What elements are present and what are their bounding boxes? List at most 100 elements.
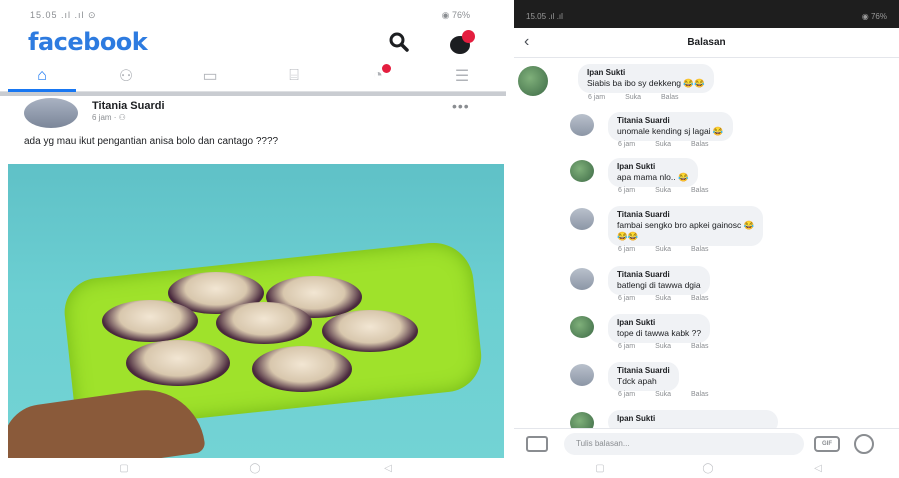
status-bar: 15.05 .ıl .ıl ⊙ ◉ 76% xyxy=(0,0,506,26)
post-meta: 6 jam · ⚇ xyxy=(92,113,126,122)
comment-time: 6 jam xyxy=(618,391,636,398)
comment-text: Tdck apah xyxy=(617,376,657,386)
camera-icon[interactable] xyxy=(526,436,548,452)
avatar[interactable] xyxy=(518,66,548,96)
page-title: Balasan xyxy=(687,37,726,48)
marketplace-icon: ⌸ xyxy=(289,67,299,84)
like-link[interactable]: Suka xyxy=(625,94,641,101)
recent-apps-icon[interactable]: ▢ xyxy=(592,463,608,475)
comment-actions: 6 jam Suka Balas xyxy=(618,246,727,253)
comment-text: fambai sengko bro apkei gainosc 😂 xyxy=(617,220,755,230)
replies-screen: 15.05 .ıl .ıl ◉ 76% ‹ Balasan Ipan Sukti… xyxy=(514,0,899,478)
avatar[interactable] xyxy=(570,208,594,230)
avatar[interactable] xyxy=(570,114,594,136)
comment-author[interactable]: Titania Suardi xyxy=(617,366,670,376)
friends-icon: ⚇ xyxy=(118,68,134,85)
comment-text: unomale kending sj lagai 😂 xyxy=(617,126,724,136)
reply-link[interactable]: Balas xyxy=(661,94,679,101)
tab-notifications[interactable]: ◔ xyxy=(336,60,420,92)
comment-bubble: Ipan Sukti apa mama nlo.. 😂 xyxy=(608,158,698,187)
tab-watch[interactable]: ▭ xyxy=(168,60,252,92)
search-glyph xyxy=(389,32,409,52)
comment-text-line2: 😂😂 xyxy=(617,231,639,241)
comment-time: 6 jam xyxy=(618,187,636,194)
emoji-icon[interactable] xyxy=(854,434,874,454)
comment-actions: 6 jam Suka Balas xyxy=(588,94,697,101)
cake-item xyxy=(322,310,418,352)
comment-author[interactable]: Ipan Sukti xyxy=(617,162,689,172)
comment-text: Siabis ba ibo sy dekkeng 😂😂 xyxy=(587,78,705,88)
like-link[interactable]: Suka xyxy=(655,295,671,302)
status-time: 15.05 .ıl .ıl ⊙ xyxy=(30,10,97,20)
comment-actions: 6 jam Suka Balas xyxy=(618,141,727,148)
reply-composer: Tulis balasan... GIF xyxy=(514,428,899,458)
home-icon: ⌂ xyxy=(37,67,47,84)
comment-text: batlengi di tawwa dgia xyxy=(617,280,701,290)
avatar[interactable] xyxy=(570,160,594,182)
back-icon[interactable]: ◁ xyxy=(810,463,826,475)
comment-bubble: Ipan Sukti tope di tawwa kabk ?? xyxy=(608,314,711,343)
comment-actions: 6 jam Suka Balas xyxy=(618,187,727,194)
cake-item xyxy=(252,346,352,392)
facebook-logo: facebook xyxy=(28,28,148,56)
reply-link[interactable]: Balas xyxy=(691,343,709,350)
recent-apps-icon[interactable]: ▢ xyxy=(116,463,132,475)
cake-item xyxy=(102,300,198,342)
messenger-icon[interactable] xyxy=(448,30,476,56)
feed-divider xyxy=(0,92,506,96)
like-link[interactable]: Suka xyxy=(655,246,671,253)
home-button-icon[interactable]: ◯ xyxy=(247,463,263,475)
avatar[interactable] xyxy=(570,268,594,290)
reply-link[interactable]: Balas xyxy=(691,187,709,194)
comment-author[interactable]: Ipan Sukti xyxy=(617,318,701,328)
search-icon[interactable] xyxy=(386,31,412,55)
comment-bubble: Ipan Sukti Siabis ba ibo sy dekkeng 😂😂 xyxy=(578,64,714,93)
comment-bubble: Titania Suardi batlengi di tawwa dgia xyxy=(608,266,710,295)
comment-author[interactable]: Titania Suardi xyxy=(617,270,701,280)
avatar[interactable] xyxy=(24,98,78,128)
comment-bubble: Titania Suardi fambai sengko bro apkei g… xyxy=(608,206,764,246)
replies-header: ‹ Balasan xyxy=(514,28,899,58)
cake-item xyxy=(216,302,312,344)
tab-marketplace[interactable]: ⌸ xyxy=(252,60,336,92)
comment-time: 6 jam xyxy=(618,141,636,148)
more-options-icon[interactable]: ••• xyxy=(452,98,470,114)
post-author[interactable]: Titania Suardi xyxy=(92,100,165,112)
comment-author[interactable]: Titania Suardi xyxy=(617,210,754,220)
messenger-badge xyxy=(462,30,475,43)
comment-author[interactable]: Ipan Sukti xyxy=(587,68,705,78)
avatar[interactable] xyxy=(570,316,594,338)
reply-link[interactable]: Balas xyxy=(691,246,709,253)
reply-link[interactable]: Balas xyxy=(691,391,709,398)
reply-input[interactable]: Tulis balasan... xyxy=(564,433,804,455)
tab-friends[interactable]: ⚇ xyxy=(84,60,168,92)
like-link[interactable]: Suka xyxy=(655,343,671,350)
tab-home[interactable]: ⌂ xyxy=(0,60,84,92)
comment-author[interactable]: Ipan Sukti xyxy=(617,414,769,424)
avatar[interactable] xyxy=(570,364,594,386)
comment-bubble: Titania Suardi unomale kending sj lagai … xyxy=(608,112,733,141)
comment-bubble: Titania Suardi Tdck apah xyxy=(608,362,679,391)
like-link[interactable]: Suka xyxy=(655,141,671,148)
gif-icon[interactable]: GIF xyxy=(814,436,840,452)
status-battery: ◉ 76% xyxy=(861,12,887,21)
cake-item xyxy=(126,340,230,386)
comment-actions: 6 jam Suka Balas xyxy=(618,391,727,398)
tab-menu[interactable]: ☰ xyxy=(420,60,504,92)
reply-link[interactable]: Balas xyxy=(691,295,709,302)
back-icon[interactable]: ◁ xyxy=(380,463,396,475)
like-link[interactable]: Suka xyxy=(655,187,671,194)
screen-gap xyxy=(506,0,514,478)
comment-author[interactable]: Titania Suardi xyxy=(617,116,724,126)
status-battery: ◉ 76% xyxy=(441,10,470,20)
main-tab-bar: ⌂ ⚇ ▭ ⌸ ◔ ☰ xyxy=(0,60,506,92)
reply-link[interactable]: Balas xyxy=(691,141,709,148)
comment-actions: 6 jam Suka Balas xyxy=(618,295,727,302)
home-button-icon[interactable]: ◯ xyxy=(700,463,716,475)
like-link[interactable]: Suka xyxy=(655,391,671,398)
comment-time: 6 jam xyxy=(618,295,636,302)
post-photo[interactable] xyxy=(8,164,504,458)
comment-time: 6 jam xyxy=(588,94,606,101)
comment-time: 6 jam xyxy=(618,343,636,350)
feed-screen: 15.05 .ıl .ıl ⊙ ◉ 76% facebook ⌂ ⚇ ▭ ⌸ ◔ xyxy=(0,0,506,478)
